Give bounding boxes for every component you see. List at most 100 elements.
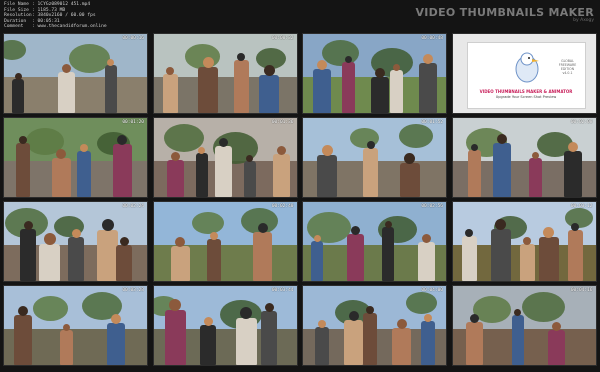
tree-shape <box>33 296 68 321</box>
person-figure <box>51 158 71 197</box>
person-figure <box>548 330 566 365</box>
timestamp-label: 00:02:08 <box>570 120 593 125</box>
person-head <box>531 152 539 159</box>
person-head <box>246 155 253 162</box>
person-figure <box>104 65 117 113</box>
person-head <box>423 54 433 64</box>
person-figure <box>465 322 483 365</box>
timestamp-label: 00:00:32 <box>271 36 294 41</box>
person-head <box>117 135 127 145</box>
timestamp-label: 00:01:52 <box>421 120 443 125</box>
person-figure <box>392 328 411 365</box>
bird-logo-icon <box>515 52 539 83</box>
person-head <box>568 142 578 152</box>
timestamp-label: 00:02:56 <box>421 204 443 209</box>
promo-badge-line: v4.0.1 <box>562 71 573 75</box>
video-thumbnail: 00:02:08 <box>451 117 597 198</box>
person-figure <box>342 62 355 113</box>
promo-thumbnail: GLOBAL FREEWARE EDITION v4.0.1 VIDEO THUMBNA… <box>451 33 597 114</box>
person-head <box>14 73 22 80</box>
brand-watermark: VIDEO THUMBNAILS MAKER <box>415 6 594 19</box>
person-figure <box>272 154 290 197</box>
timestamp-label: 00:03:44 <box>271 288 294 293</box>
person-figure <box>538 237 559 281</box>
person-head <box>166 67 174 75</box>
person-head <box>495 219 506 230</box>
person-figure <box>346 234 364 281</box>
thumbnail-ground <box>4 77 147 113</box>
tree-shape <box>184 44 220 69</box>
person-figure <box>235 318 257 365</box>
person-head <box>393 64 400 71</box>
timestamp-label: 00:03:12 <box>570 204 593 209</box>
person-figure <box>519 244 535 281</box>
person-head <box>209 232 218 240</box>
person-head <box>170 152 180 161</box>
person-head <box>80 144 88 152</box>
video-thumbnail: 00:03:28 <box>3 285 148 366</box>
person-head <box>23 221 33 230</box>
timestamp-label: 00:02:40 <box>271 204 294 209</box>
timestamp-label: 00:01:36 <box>271 120 294 125</box>
person-head <box>366 141 375 149</box>
person-head <box>543 227 554 238</box>
person-figure <box>371 77 389 113</box>
person-figure <box>214 146 232 197</box>
person-figure <box>417 242 435 281</box>
person-head <box>218 138 228 147</box>
person-figure <box>198 67 218 113</box>
video-thumbnail: 00:04:00 <box>302 285 447 366</box>
person-head <box>202 57 214 68</box>
person-head <box>175 237 185 247</box>
header: File Name: 1CYGz089012 451.mp4 File Size… <box>0 0 600 32</box>
person-figure <box>511 315 524 365</box>
timestamp-label: 00:04:00 <box>421 288 443 293</box>
person-figure <box>382 227 394 281</box>
person-head <box>375 68 385 78</box>
person-figure <box>259 75 279 113</box>
person-figure <box>116 245 132 281</box>
person-head <box>321 145 333 156</box>
person-head <box>366 306 374 314</box>
person-head <box>348 311 359 321</box>
meta-row: Comment: www.thecandidforum.online <box>4 24 107 30</box>
person-head <box>465 229 473 237</box>
person-head <box>523 237 531 245</box>
person-figure <box>77 151 91 197</box>
video-thumbnail: 00:01:20 <box>3 117 148 198</box>
video-thumbnail: 00:02:24 <box>3 201 148 282</box>
person-head <box>421 234 431 243</box>
person-figure <box>68 237 84 281</box>
person-head <box>276 146 286 155</box>
person-figure <box>20 229 36 281</box>
person-figure <box>60 330 74 365</box>
person-figure <box>313 69 331 113</box>
video-thumbnail: 00:00:16 <box>3 33 148 114</box>
person-figure <box>344 320 363 365</box>
person-head <box>110 314 121 324</box>
person-figure <box>16 143 30 197</box>
timestamp-label: 00:04:16 <box>570 288 593 293</box>
video-thumbnail: 00:00:48 <box>302 33 447 114</box>
promo-subtitle: Upgrade Your Screen Shot Preview <box>495 95 557 99</box>
person-head <box>313 235 321 242</box>
person-figure <box>112 144 132 197</box>
person-figure <box>12 79 24 113</box>
person-figure <box>363 313 377 365</box>
person-head <box>424 314 432 322</box>
tree-shape <box>399 124 433 148</box>
person-figure <box>243 161 256 197</box>
tree-shape <box>406 292 437 314</box>
person-head <box>264 303 274 312</box>
person-figure <box>419 63 437 113</box>
promo-card: GLOBAL FREEWARE EDITION v4.0.1 VIDEO THUMBNA… <box>466 42 586 109</box>
person-head <box>317 60 327 70</box>
person-figure <box>564 151 582 197</box>
person-figure <box>399 163 420 197</box>
timestamp-label: 00:02:24 <box>122 204 144 209</box>
person-figure <box>317 155 337 197</box>
person-figure <box>467 150 481 197</box>
person-figure <box>200 325 216 365</box>
person-figure <box>206 239 221 281</box>
person-head <box>470 144 478 151</box>
